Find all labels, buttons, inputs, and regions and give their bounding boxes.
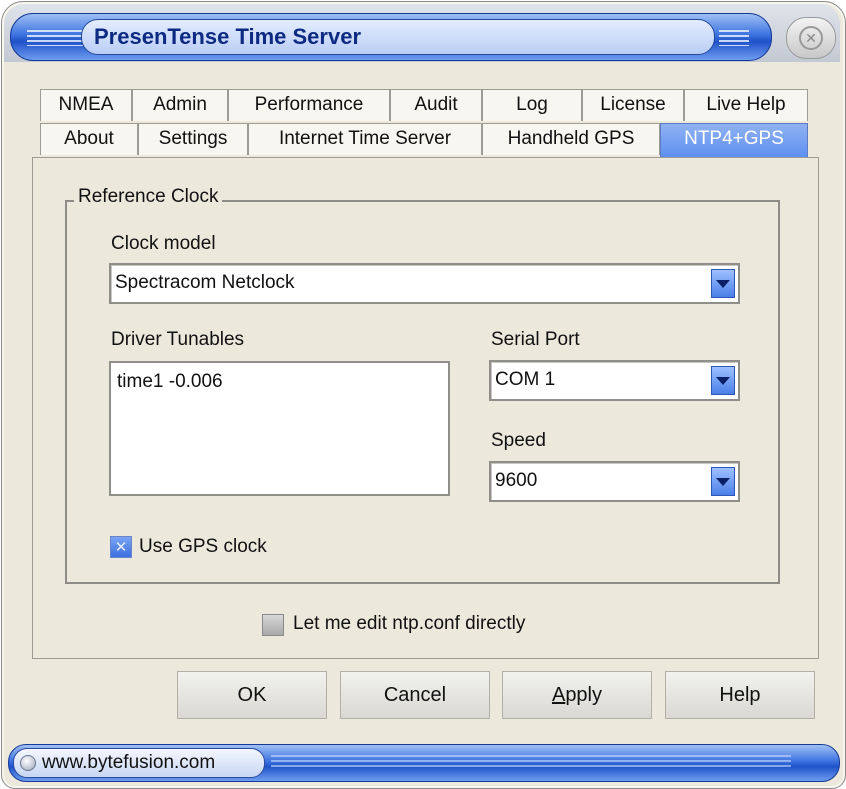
title-pill: PresenTense Time Server	[81, 19, 715, 55]
tab-handheld-gps[interactable]: Handheld GPS	[482, 123, 660, 155]
tab-internet-time-server[interactable]: Internet Time Server	[248, 123, 482, 155]
ok-button[interactable]: OK	[177, 671, 327, 719]
close-button[interactable]: ✕	[786, 17, 836, 59]
tab-nmea[interactable]: NMEA	[40, 89, 132, 121]
title-bar[interactable]: PresenTense Time Server ✕	[4, 4, 840, 62]
website-link[interactable]: www.bytefusion.com	[42, 752, 215, 774]
speed-label: Speed	[491, 430, 546, 451]
edit-ntp-conf-checkbox[interactable]	[262, 614, 284, 636]
serial-port-label: Serial Port	[491, 329, 580, 350]
status-orb-icon	[20, 755, 36, 771]
apply-button[interactable]: Apply	[502, 671, 652, 719]
clock-model-select[interactable]: Spectracom Netclock	[109, 263, 740, 304]
clock-model-label: Clock model	[111, 233, 216, 254]
help-button[interactable]: Help	[665, 671, 815, 719]
cancel-button[interactable]: Cancel	[340, 671, 490, 719]
driver-tunables-textarea[interactable]: time1 -0.006	[109, 361, 450, 496]
serial-port-select[interactable]: COM 1	[489, 360, 740, 401]
title-grip-right	[719, 30, 749, 46]
reference-clock-label: Reference Clock	[74, 186, 223, 208]
status-bar: www.bytefusion.com	[8, 744, 840, 782]
tab-about[interactable]: About	[40, 123, 138, 155]
tab-audit[interactable]: Audit	[390, 89, 482, 121]
edit-ntp-conf-label[interactable]: Let me edit ntp.conf directly	[293, 613, 525, 635]
dropdown-arrow-icon[interactable]	[711, 467, 735, 496]
apply-mnemonic: A	[551, 684, 566, 706]
dropdown-arrow-icon[interactable]	[711, 269, 735, 298]
clock-model-value: Spectracom Netclock	[115, 272, 295, 293]
status-grip	[271, 755, 791, 769]
tab-ntp4-gps[interactable]: NTP4+GPS	[660, 123, 808, 158]
use-gps-label[interactable]: Use GPS clock	[139, 536, 267, 558]
speed-value: 9600	[495, 470, 538, 491]
tab-license[interactable]: License	[582, 89, 684, 121]
use-gps-checkbox[interactable]: ✕	[110, 536, 132, 558]
tab-admin[interactable]: Admin	[132, 89, 228, 121]
tab-log[interactable]: Log	[482, 89, 582, 121]
close-icon: ✕	[799, 26, 823, 50]
driver-tunables-label: Driver Tunables	[111, 329, 245, 350]
serial-port-value: COM 1	[495, 369, 556, 390]
apply-label-rest: pply	[565, 684, 603, 706]
status-pill[interactable]: www.bytefusion.com	[13, 748, 265, 778]
dropdown-arrow-icon[interactable]	[711, 366, 735, 395]
tab-performance[interactable]: Performance	[228, 89, 390, 121]
tab-settings[interactable]: Settings	[138, 123, 248, 155]
speed-select[interactable]: 9600	[489, 461, 740, 502]
title-capsule: PresenTense Time Server	[10, 13, 772, 61]
window-title: PresenTense Time Server	[94, 24, 362, 49]
title-grip-left	[27, 30, 83, 46]
tab-live-help[interactable]: Live Help	[684, 89, 808, 121]
